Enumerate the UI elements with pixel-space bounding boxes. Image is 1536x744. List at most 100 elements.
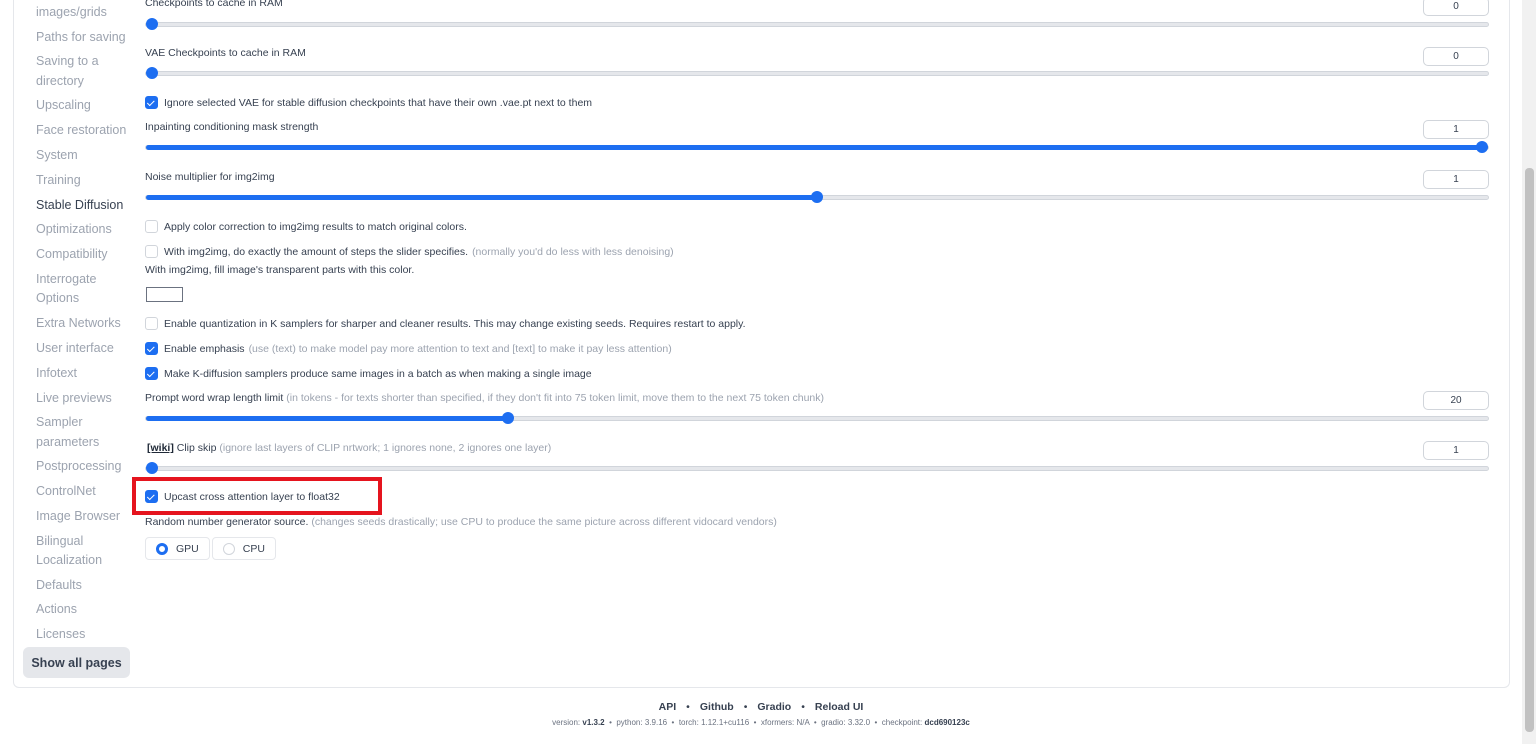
wrap-limit-slider[interactable] (145, 412, 1489, 424)
rng-radio-group: GPU CPU (145, 537, 278, 560)
sidebar-item[interactable]: Saving to a (36, 52, 136, 72)
sidebar-item[interactable]: Actions (36, 600, 136, 620)
slider-thumb[interactable] (502, 412, 514, 424)
sidebar-item[interactable]: Localization (36, 551, 136, 571)
clip-skip-input[interactable]: 1 (1423, 441, 1489, 460)
fill-color-picker[interactable] (146, 287, 183, 302)
torch-value: 1.12.1+cu116 (701, 718, 750, 727)
inpaint-mask-label: Inpainting conditioning mask strength (145, 121, 319, 133)
scrollbar-thumb[interactable] (1525, 168, 1534, 732)
sidebar-item[interactable]: Bilingual (36, 532, 136, 552)
sidebar-item[interactable]: Optimizations (36, 220, 136, 240)
sidebar-item[interactable]: Postprocessing (36, 457, 136, 477)
slider-thumb[interactable] (1476, 141, 1488, 153)
sidebar-item[interactable]: Extra Networks (36, 314, 136, 334)
inpaint-mask-slider[interactable] (145, 141, 1489, 153)
torch-label: torch: (678, 718, 699, 727)
emphasis-hint: (use (text) to make model pay more atten… (248, 342, 672, 355)
footer-separator: • (743, 701, 748, 713)
sidebar-item[interactable]: Compatibility (36, 245, 136, 265)
rng-cpu-radio[interactable] (222, 542, 235, 555)
rng-option-gpu[interactable]: GPU (145, 537, 210, 560)
version-value: v1.3.2 (582, 718, 605, 727)
rng-option-cpu[interactable]: CPU (211, 537, 276, 560)
sidebar-item[interactable]: images/grids (36, 3, 136, 23)
inpaint-mask-input[interactable]: 1 (1423, 120, 1489, 139)
sidebar-item[interactable]: Licenses (36, 625, 136, 645)
emphasis-row[interactable]: Enable emphasis (use (text) to make mode… (145, 342, 672, 355)
slider-thumb[interactable] (146, 67, 158, 79)
footer-link-api[interactable]: API (659, 701, 677, 713)
ignore-vae-label: Ignore selected VAE for stable diffusion… (164, 96, 593, 109)
exact-steps-checkbox[interactable] (145, 245, 158, 258)
clip-skip-slider[interactable] (145, 462, 1489, 474)
xformers-label: xformers: (760, 718, 795, 727)
noise-mult-label: Noise multiplier for img2img (145, 171, 275, 183)
footer-separator: • (686, 701, 690, 713)
footer-separator: • (671, 718, 675, 727)
checkpoints-cache-slider[interactable] (145, 18, 1489, 30)
wrap-limit-input[interactable]: 20 (1423, 391, 1489, 410)
vae-cache-input[interactable]: 0 (1423, 47, 1489, 66)
footer-link-github[interactable]: Github (700, 701, 734, 713)
rng-label: Random number generator source. (145, 516, 309, 528)
python-value: 3.9.16 (644, 718, 668, 727)
exact-steps-row[interactable]: With img2img, do exactly the amount of s… (145, 245, 674, 258)
show-all-pages-button[interactable]: Show all pages (23, 647, 130, 678)
highlight-box (132, 477, 382, 515)
checkpoint-value: dcd690123c (924, 718, 970, 727)
batch-same-checkbox[interactable] (145, 367, 158, 380)
color-correction-checkbox[interactable] (145, 220, 158, 233)
sidebar-item[interactable]: Image Browser (36, 507, 136, 527)
color-correction-row[interactable]: Apply color correction to img2img result… (145, 220, 467, 233)
wrap-limit-hint: (in tokens - for texts shorter than spec… (286, 392, 825, 404)
wiki-link[interactable]: [wiki] (147, 442, 174, 454)
rng-gpu-radio[interactable] (156, 542, 168, 555)
slider-thumb[interactable] (146, 462, 158, 474)
checkpoints-cache-label: Checkpoints to cache in RAM (145, 0, 283, 9)
python-label: python: (616, 718, 643, 727)
page-scrollbar[interactable] (1522, 0, 1536, 744)
sidebar-item[interactable]: Interrogate (36, 270, 136, 290)
footer-separator: • (874, 718, 878, 727)
quantization-checkbox[interactable] (145, 317, 158, 330)
slider-thumb[interactable] (146, 18, 158, 30)
batch-same-label: Make K-diffusion samplers produce same i… (164, 367, 592, 380)
clip-skip-label-row: [wiki] Clip skip (ignore last layers of … (147, 442, 551, 454)
footer-version-info: version: v1.3.2 • python: 3.9.16 • torch… (0, 718, 1522, 727)
sidebar-item[interactable]: Training (36, 171, 136, 191)
footer-link-reload[interactable]: Reload UI (815, 701, 863, 713)
slider-thumb[interactable] (811, 191, 823, 203)
ignore-vae-checkbox[interactable] (145, 96, 158, 109)
footer-link-gradio[interactable]: Gradio (757, 701, 791, 713)
gradio-value: 3.32.0 (847, 718, 871, 727)
sidebar-item[interactable]: User interface (36, 339, 136, 359)
sidebar-item[interactable]: directory (36, 72, 136, 92)
checkpoint-label: checkpoint: (881, 718, 923, 727)
checkpoints-cache-input[interactable]: 0 (1423, 0, 1489, 16)
sidebar-item[interactable]: Paths for saving (36, 28, 136, 48)
gradio-label: gradio: (821, 718, 846, 727)
sidebar-item[interactable]: Live previews (36, 389, 136, 409)
sidebar-item[interactable]: Defaults (36, 576, 136, 596)
noise-mult-input[interactable]: 1 (1423, 170, 1489, 189)
footer-links: API • Github • Gradio • Reload UI (0, 701, 1522, 713)
emphasis-checkbox[interactable] (145, 342, 158, 355)
sidebar-item[interactable]: parameters (36, 433, 136, 453)
noise-mult-slider[interactable] (145, 191, 1489, 203)
sidebar-item[interactable]: Infotext (36, 364, 136, 384)
sidebar-item[interactable]: Upscaling (36, 96, 136, 116)
sidebar-item[interactable]: Options (36, 289, 136, 309)
sidebar-item[interactable]: Sampler (36, 413, 136, 433)
sidebar-item[interactable]: ControlNet (36, 482, 136, 502)
ignore-vae-row[interactable]: Ignore selected VAE for stable diffusion… (145, 96, 592, 109)
sidebar-item[interactable]: Stable Diffusion (36, 196, 136, 216)
vae-cache-slider[interactable] (145, 67, 1489, 79)
wrap-limit-label: Prompt word wrap length limit (145, 392, 284, 404)
footer-separator: • (753, 718, 757, 727)
quantization-row[interactable]: Enable quantization in K samplers for sh… (145, 317, 746, 330)
sidebar-item[interactable]: Face restoration (36, 121, 136, 141)
sidebar-item[interactable]: System (36, 146, 136, 166)
exact-steps-label: With img2img, do exactly the amount of s… (164, 245, 469, 258)
batch-same-row[interactable]: Make K-diffusion samplers produce same i… (145, 367, 592, 380)
